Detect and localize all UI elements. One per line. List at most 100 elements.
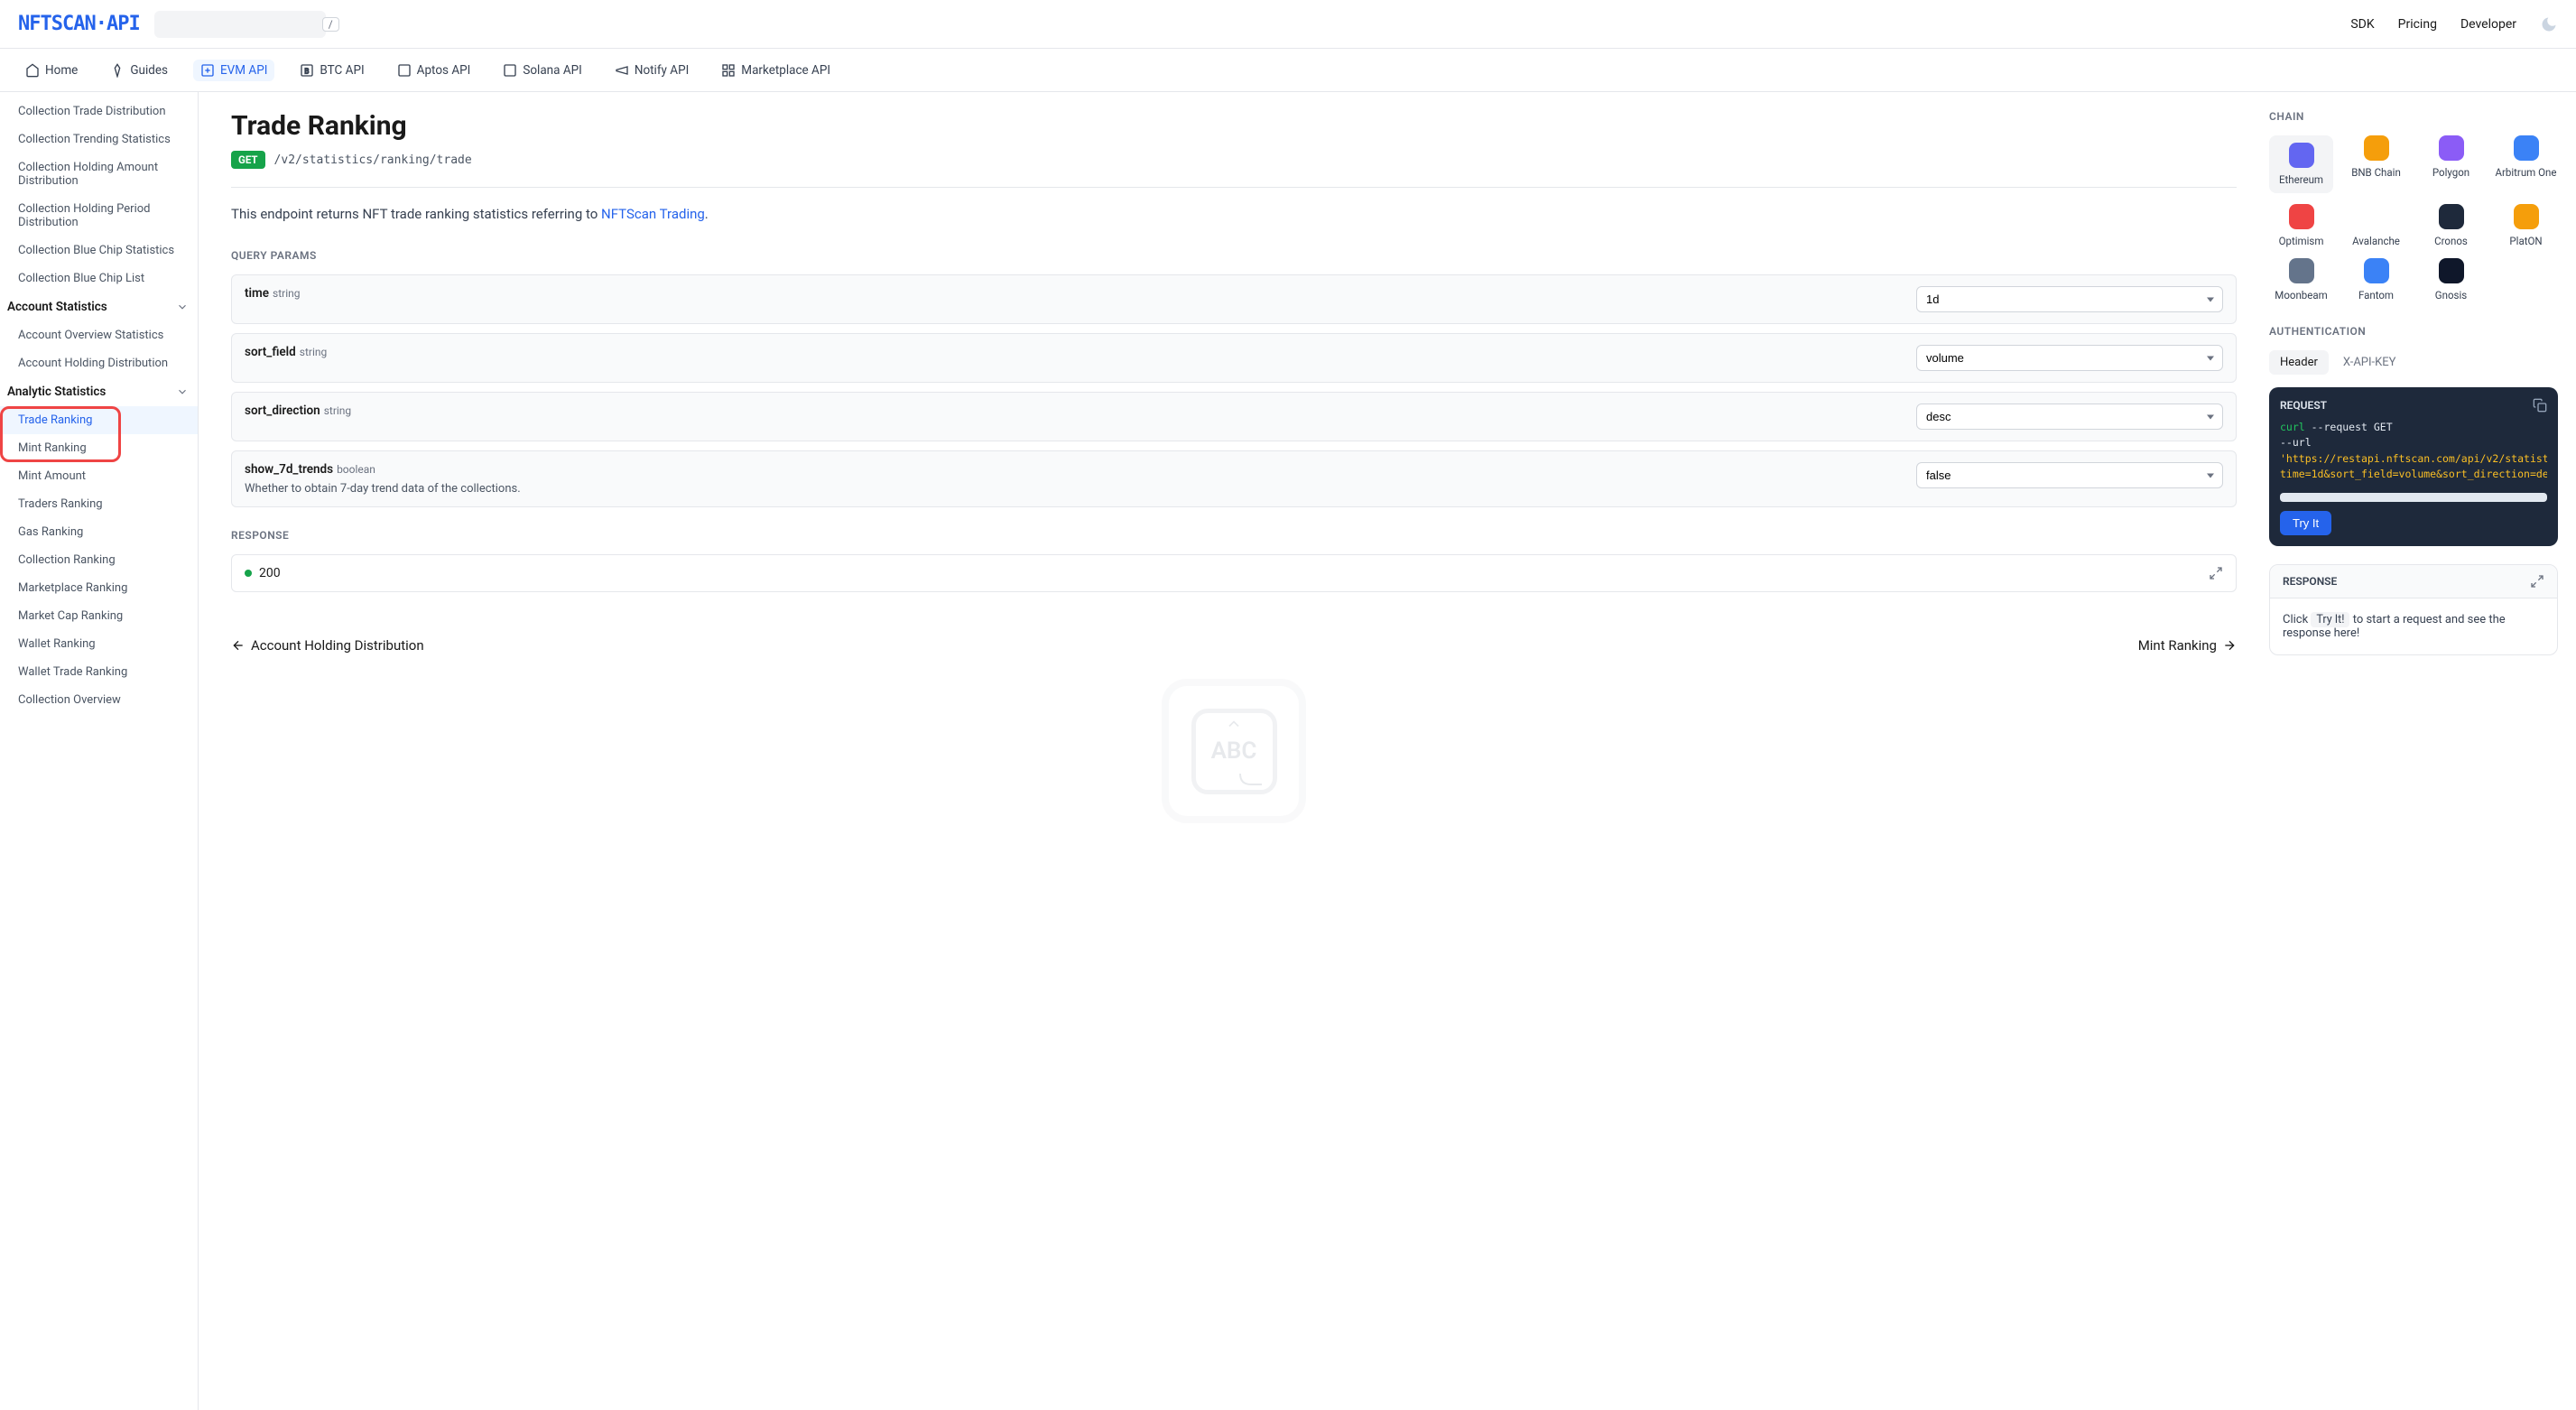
tab-solana[interactable]: Solana API xyxy=(496,60,588,81)
sidebar-item[interactable]: Collection Ranking xyxy=(0,546,198,574)
response-panel-title: RESPONSE xyxy=(2283,575,2337,588)
tab-btc[interactable]: BBTC API xyxy=(292,60,371,81)
chain-icon xyxy=(2439,135,2464,161)
code-block: curl --request GET --url 'https://restap… xyxy=(2280,420,2547,489)
auth-tab-header[interactable]: Header xyxy=(2269,350,2329,375)
plus-square-icon xyxy=(200,63,215,78)
chain-item-arbitrum-one[interactable]: Arbitrum One xyxy=(2494,135,2558,193)
try-it-inline[interactable]: Try It! xyxy=(2311,612,2349,627)
param-select-trends[interactable]: false xyxy=(1916,462,2223,488)
sidebar-item-trade-ranking[interactable]: Trade Ranking xyxy=(0,406,198,434)
sidebar-item[interactable]: Marketplace Ranking xyxy=(0,574,198,602)
sidebar-item[interactable]: Collection Trade Distribution xyxy=(0,97,198,125)
auth-tab-xapikey[interactable]: X-API-KEY xyxy=(2332,350,2407,375)
chain-name: Avalanche xyxy=(2352,235,2400,247)
nav-pricing[interactable]: Pricing xyxy=(2398,17,2437,32)
sidebar-item[interactable]: Traders Ranking xyxy=(0,490,198,518)
aptos-icon xyxy=(397,63,412,78)
chain-icon xyxy=(2289,258,2314,283)
sidebar-item[interactable]: Collection Holding Period Distribution xyxy=(0,195,198,237)
sidebar-item[interactable]: Mint Ranking xyxy=(0,434,198,462)
sidebar-item[interactable]: Account Overview Statistics xyxy=(0,321,198,349)
try-it-button[interactable]: Try It xyxy=(2280,511,2331,535)
param-row-sortfield: sort_fieldstring volume xyxy=(231,333,2237,383)
sidebar-item[interactable]: Collection Overview xyxy=(0,686,198,714)
chain-icon xyxy=(2364,204,2389,229)
chain-item-cronos[interactable]: Cronos xyxy=(2419,204,2483,247)
param-select-sortdir[interactable]: desc xyxy=(1916,404,2223,430)
response-panel: RESPONSE Click Try It! to start a reques… xyxy=(2269,564,2558,655)
sidebar-item[interactable]: Account Holding Distribution xyxy=(0,349,198,377)
chain-item-bnb-chain[interactable]: BNB Chain xyxy=(2344,135,2408,193)
chain-item-platon[interactable]: PlatON xyxy=(2494,204,2558,247)
chain-icon xyxy=(2289,204,2314,229)
sidebar-item[interactable]: Collection Holding Amount Distribution xyxy=(0,153,198,195)
chain-item-polygon[interactable]: Polygon xyxy=(2419,135,2483,193)
desc-link[interactable]: NFTScan Trading xyxy=(601,206,705,222)
response-row[interactable]: 200 xyxy=(231,554,2237,592)
expand-icon[interactable] xyxy=(2209,566,2223,580)
param-select-time[interactable]: 1d xyxy=(1916,286,2223,312)
chain-name: Arbitrum One xyxy=(2496,166,2557,179)
chain-item-fantom[interactable]: Fantom xyxy=(2344,258,2408,301)
svg-text:B: B xyxy=(305,67,310,75)
method-badge: GET xyxy=(231,151,265,169)
sidebar-item[interactable]: Gas Ranking xyxy=(0,518,198,546)
sidebar-item[interactable]: Collection Blue Chip List xyxy=(0,264,198,292)
chain-item-optimism[interactable]: Optimism xyxy=(2269,204,2333,247)
auth-label: AUTHENTICATION xyxy=(2269,325,2558,338)
response-body: Click Try It! to start a request and see… xyxy=(2270,598,2557,654)
chevron-down-icon xyxy=(176,301,189,313)
logo[interactable]: NFTSCAN·API xyxy=(18,13,140,35)
chain-item-ethereum[interactable]: Ethereum xyxy=(2269,135,2333,193)
param-row-trends: show_7d_trendsbooleanWhether to obtain 7… xyxy=(231,450,2237,507)
chain-item-avalanche[interactable]: Avalanche xyxy=(2344,204,2408,247)
btc-icon: B xyxy=(300,63,314,78)
dark-mode-icon[interactable] xyxy=(2540,15,2558,33)
arrow-right-icon xyxy=(2222,638,2237,653)
page-title: Trade Ranking xyxy=(231,110,2237,142)
sidebar-group-analytic[interactable]: Analytic Statistics xyxy=(0,377,198,406)
param-row-time: timestring 1d xyxy=(231,274,2237,324)
sidebar-item[interactable]: Wallet Trade Ranking xyxy=(0,658,198,686)
sidebar-item[interactable]: Wallet Ranking xyxy=(0,630,198,658)
grid-icon xyxy=(721,63,736,78)
main-content: Trade Ranking GET /v2/statistics/ranking… xyxy=(199,92,2269,1410)
nav-developer[interactable]: Developer xyxy=(2460,17,2516,32)
request-box: REQUEST curl --request GET --url 'https:… xyxy=(2269,387,2558,546)
arrow-left-icon xyxy=(231,638,246,653)
param-row-sortdir: sort_directionstring desc xyxy=(231,392,2237,441)
copy-icon[interactable] xyxy=(2533,398,2547,413)
description: This endpoint returns NFT trade ranking … xyxy=(231,206,2237,222)
tab-notify[interactable]: Notify API xyxy=(607,60,696,81)
chain-name: Fantom xyxy=(2358,289,2394,301)
scrollbar[interactable] xyxy=(2280,493,2547,502)
tab-aptos[interactable]: Aptos API xyxy=(390,60,478,81)
chevron-up-icon xyxy=(1225,719,1243,729)
chevron-down-icon xyxy=(176,385,189,398)
chain-item-gnosis[interactable]: Gnosis xyxy=(2419,258,2483,301)
chain-name: Optimism xyxy=(2279,235,2324,247)
tab-evm[interactable]: EVM API xyxy=(193,60,274,81)
search-input[interactable]: / xyxy=(154,11,326,38)
tab-home[interactable]: Home xyxy=(18,60,85,81)
chain-icon xyxy=(2364,258,2389,283)
param-select-sortfield[interactable]: volume xyxy=(1916,345,2223,371)
prev-page-link[interactable]: Account Holding Distribution xyxy=(231,637,424,654)
query-params-label: QUERY PARAMS xyxy=(231,249,2237,262)
nav-sdk[interactable]: SDK xyxy=(2350,17,2374,32)
sidebar-group-account[interactable]: Account Statistics xyxy=(0,292,198,321)
tab-guides[interactable]: Guides xyxy=(103,60,175,81)
sidebar-item[interactable]: Market Cap Ranking xyxy=(0,602,198,630)
next-page-link[interactable]: Mint Ranking xyxy=(2138,637,2237,654)
sidebar-item[interactable]: Collection Trending Statistics xyxy=(0,125,198,153)
watermark: ABC xyxy=(1162,679,1306,823)
search-field[interactable] xyxy=(163,17,322,31)
tab-marketplace[interactable]: Marketplace API xyxy=(714,60,838,81)
sidebar-item[interactable]: Collection Blue Chip Statistics xyxy=(0,237,198,264)
expand-icon[interactable] xyxy=(2530,574,2544,589)
chain-item-moonbeam[interactable]: Moonbeam xyxy=(2269,258,2333,301)
sidebar-item[interactable]: Mint Amount xyxy=(0,462,198,490)
chain-icon xyxy=(2514,135,2539,161)
curve-icon xyxy=(1238,772,1265,786)
